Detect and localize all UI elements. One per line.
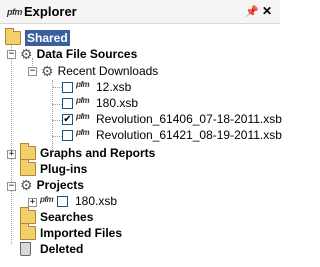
file-checkbox[interactable] bbox=[62, 82, 73, 93]
tree-item-imported-files[interactable]: Imported Files bbox=[20, 223, 123, 241]
tree-item-graphs-and-reports[interactable]: Graphs and Reports bbox=[20, 143, 156, 161]
collapse-toggle[interactable]: − bbox=[7, 182, 16, 191]
tree-item-data-file-sources[interactable]: ⚙ Data File Sources bbox=[20, 46, 137, 62]
file-checkbox[interactable] bbox=[62, 98, 73, 109]
tree-item-label: Deleted bbox=[40, 242, 84, 256]
tree-item-shared[interactable]: Shared bbox=[5, 28, 70, 46]
pfm-file-icon: pfm bbox=[76, 80, 90, 89]
folder-icon bbox=[20, 223, 36, 240]
tree-item-label: Plug-ins bbox=[40, 162, 88, 176]
data-sources-icon: ⚙ bbox=[20, 45, 33, 62]
downloads-icon: ⚙ bbox=[41, 62, 54, 79]
tree-item-label: Shared bbox=[25, 30, 70, 46]
tree-item-label: Imported Files bbox=[40, 226, 123, 240]
expand-toggle[interactable]: + bbox=[28, 198, 37, 207]
tree-line bbox=[52, 136, 62, 137]
folder-icon bbox=[5, 28, 21, 45]
pin-icon[interactable]: 📌 bbox=[245, 5, 259, 18]
explorer-title-bar: pfm Explorer 📌 ✕ bbox=[0, 0, 280, 24]
pfm-file-icon: pfm bbox=[76, 112, 90, 121]
tree-line bbox=[52, 120, 62, 121]
tree-item-projects[interactable]: ⚙ Projects bbox=[20, 177, 84, 193]
close-icon[interactable]: ✕ bbox=[262, 4, 272, 18]
collapse-toggle[interactable]: − bbox=[7, 50, 16, 59]
folder-icon bbox=[20, 159, 36, 176]
file-checkbox[interactable] bbox=[57, 196, 68, 207]
file-checkbox[interactable] bbox=[62, 130, 73, 141]
tree-item-label: Graphs and Reports bbox=[40, 146, 156, 160]
project-file-label[interactable]: 180.xsb bbox=[75, 193, 117, 209]
file-item-label[interactable]: 180.xsb bbox=[96, 95, 138, 111]
pfm-file-icon: pfm bbox=[40, 195, 54, 204]
tree-item-recent-downloads[interactable]: ⚙ Recent Downloads bbox=[41, 63, 158, 79]
file-item-label[interactable]: Revolution_61421_08-19-2011.xsb bbox=[96, 127, 282, 143]
app-logo-icon: pfm bbox=[7, 7, 23, 17]
tree-item-label: Recent Downloads bbox=[57, 64, 159, 78]
tree-item-deleted[interactable]: Deleted bbox=[20, 241, 83, 257]
collapse-toggle[interactable]: − bbox=[28, 67, 37, 76]
panel-title: Explorer bbox=[24, 4, 77, 19]
folder-icon bbox=[20, 143, 36, 160]
tree-item-plug-ins[interactable]: Plug-ins bbox=[20, 159, 88, 177]
pfm-file-icon: pfm bbox=[76, 96, 90, 105]
projects-icon: ⚙ bbox=[20, 176, 33, 193]
tree-line bbox=[11, 34, 12, 244]
tree-line bbox=[52, 87, 62, 88]
tree-item-searches[interactable]: Searches bbox=[20, 207, 94, 225]
file-item-label[interactable]: 12.xsb bbox=[96, 79, 131, 95]
file-item-label[interactable]: Revolution_61406_07-18-2011.xsb bbox=[96, 111, 282, 127]
tree-line bbox=[52, 80, 53, 150]
pfm-file-icon: pfm bbox=[76, 128, 90, 137]
expand-toggle[interactable]: + bbox=[7, 150, 16, 159]
file-checkbox-checked[interactable]: ✔ bbox=[62, 114, 73, 125]
tree-item-label: Data File Sources bbox=[36, 47, 138, 61]
tree-line bbox=[52, 104, 62, 105]
tree-item-label: Projects bbox=[36, 178, 84, 192]
recycle-bin-icon bbox=[20, 242, 31, 256]
tree-item-label: Searches bbox=[40, 210, 94, 224]
folder-icon bbox=[20, 207, 36, 224]
